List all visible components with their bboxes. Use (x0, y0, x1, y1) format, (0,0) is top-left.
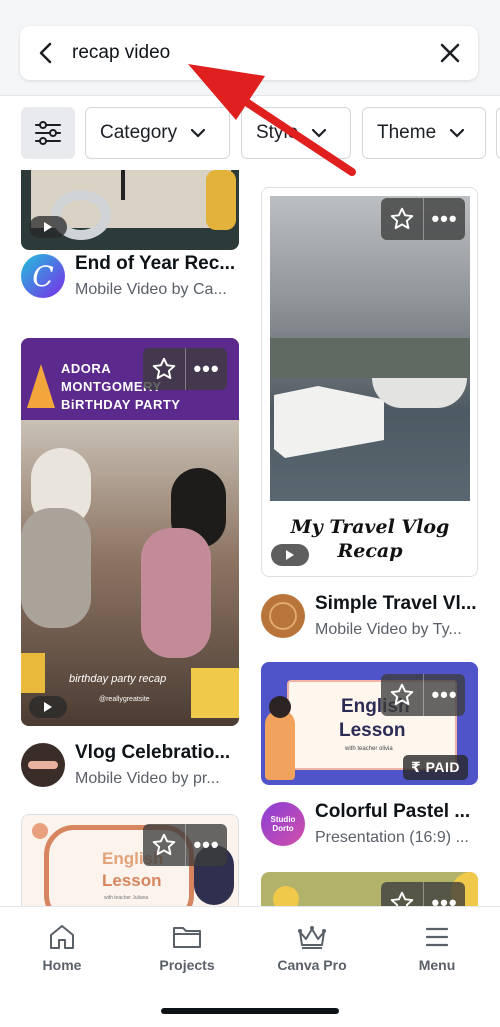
nav-canva-pro-label: Canva Pro (277, 957, 347, 973)
play-icon (286, 550, 294, 560)
thumb-caption: birthday party recap (69, 673, 167, 685)
thumb-title: Lesson (339, 720, 406, 741)
template-subtitle: Mobile Video by Ca... (75, 281, 227, 298)
nav-home-label: Home (42, 957, 82, 973)
template-actions: ••• (143, 348, 227, 390)
results-grid: C End of Year Rec... Mobile Video by Ca.… (0, 170, 500, 906)
thumb-title: Lesson (102, 871, 162, 890)
template-title: Simple Travel Vl... (315, 593, 477, 614)
canva-logo: C (32, 259, 54, 293)
thumb-script-title: My Travel Vlog (290, 516, 450, 538)
video-indicator (29, 696, 67, 718)
thumb-handle: @reallygreatsite (99, 696, 150, 703)
star-icon (390, 683, 414, 706)
template-title: End of Year Rec... (75, 253, 236, 274)
creator-avatar: C (21, 254, 65, 298)
thumb-small-text: with teacher Juliana (104, 895, 149, 901)
star-icon (152, 357, 176, 380)
template-title: Vlog Celebratio... (75, 742, 231, 763)
template-thumbnail[interactable]: ADORA MONTGOMERY BiRTHDAY PARTY birthday… (21, 338, 239, 726)
template-subtitle: Presentation (16:9) ... (315, 829, 469, 846)
creator-avatar (21, 743, 65, 787)
template-actions: ••• (143, 824, 227, 866)
creator-avatar: Studio Dorto (261, 802, 305, 846)
paid-badge: ₹ PAID (403, 755, 469, 780)
template-info[interactable]: C End of Year Rec... Mobile Video by Ca.… (21, 248, 241, 304)
more-icon: ••• (431, 206, 458, 231)
more-options-button[interactable]: ••• (185, 824, 227, 866)
nav-projects[interactable]: Projects (132, 923, 242, 973)
template-info[interactable]: Studio Dorto Colorful Pastel ... Present… (261, 796, 487, 852)
video-indicator (271, 544, 309, 566)
home-indicator (161, 1008, 339, 1014)
more-icon: ••• (431, 890, 458, 907)
favorite-button[interactable] (143, 348, 185, 390)
creator-avatar (261, 594, 305, 638)
thumb-small-text: with teacher olivia (345, 746, 393, 752)
video-indicator (29, 216, 67, 238)
template-subtitle: Mobile Video by pr... (75, 770, 220, 787)
template-actions: ••• (381, 882, 465, 906)
folder-icon (173, 927, 201, 948)
favorite-button[interactable] (143, 824, 185, 866)
template-subtitle: Mobile Video by Ty... (315, 621, 462, 638)
star-icon (390, 891, 414, 906)
template-thumbnail[interactable]: My Travel Vlog Recap (261, 187, 478, 577)
template-info[interactable]: Vlog Celebratio... Mobile Video by pr... (21, 737, 241, 793)
play-icon (44, 702, 52, 712)
template-actions: ••• (381, 198, 465, 240)
more-options-button[interactable]: ••• (423, 882, 465, 906)
template-title: Colorful Pastel ... (315, 801, 471, 822)
nav-projects-label: Projects (159, 957, 215, 973)
favorite-button[interactable] (381, 674, 423, 716)
more-icon: ••• (193, 832, 220, 857)
nav-home[interactable]: Home (7, 923, 117, 973)
more-options-button[interactable]: ••• (423, 674, 465, 716)
creator-logo-text: Studio Dorto (270, 815, 296, 833)
favorite-button[interactable] (381, 882, 423, 906)
more-options-button[interactable]: ••• (185, 348, 227, 390)
crown-icon (298, 926, 326, 949)
star-icon (152, 833, 176, 856)
annotation-arrow (188, 64, 356, 176)
nav-canva-pro[interactable]: Canva Pro (257, 923, 367, 973)
nav-menu-label: Menu (418, 957, 456, 973)
nav-menu[interactable]: Menu (382, 923, 492, 973)
home-icon (50, 925, 74, 949)
play-icon (44, 222, 52, 232)
star-icon (390, 207, 414, 230)
more-options-button[interactable]: ••• (423, 198, 465, 240)
more-icon: ••• (431, 682, 458, 707)
template-actions: ••• (381, 674, 465, 716)
more-icon: ••• (193, 356, 220, 381)
template-info[interactable]: Simple Travel Vl... Mobile Video by Ty..… (261, 588, 487, 644)
hamburger-icon (425, 927, 449, 947)
favorite-button[interactable] (381, 198, 423, 240)
